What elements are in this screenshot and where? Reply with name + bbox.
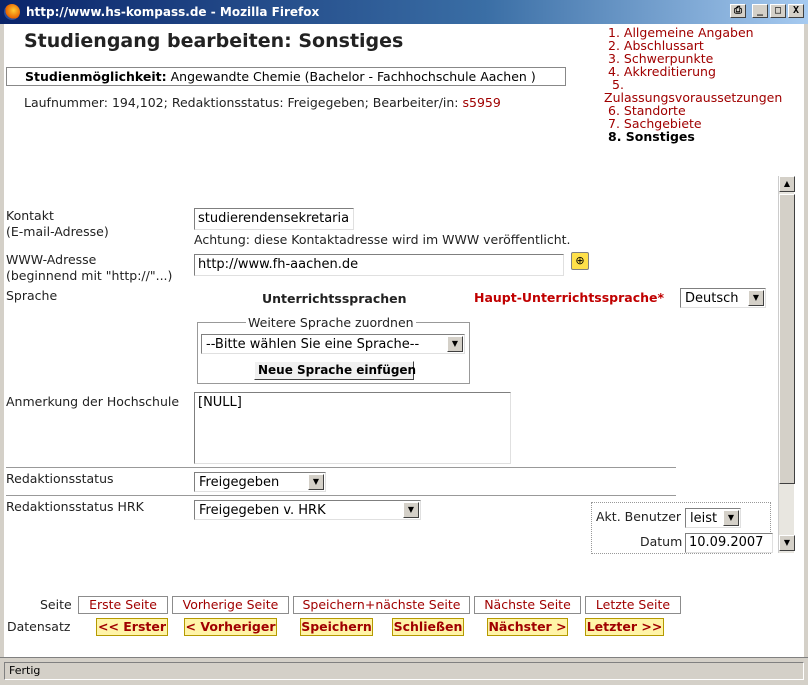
datum-input[interactable]: 10.09.2007 <box>685 533 773 553</box>
window-controls: ⎙ _ □ X <box>730 4 804 18</box>
www-address-input[interactable]: http://www.fh-aachen.de <box>194 254 564 276</box>
studienmoeglichkeit-label: Studienmöglichkeit: <box>25 69 167 84</box>
kontakt-label-line1: Kontakt <box>6 208 54 223</box>
naechster-datensatz-button[interactable]: Nächster > <box>487 618 568 636</box>
record-info-text: Laufnummer: 194,102; Redaktionsstatus: F… <box>24 95 459 110</box>
kontakt-email-input[interactable]: studierendensekretaria <box>194 208 354 230</box>
erster-datensatz-button[interactable]: << Erster <box>96 618 168 636</box>
maximize-button[interactable]: □ <box>770 4 786 18</box>
unterrichtssprachen-heading: Unterrichtssprachen <box>262 291 407 306</box>
firefox-icon <box>4 4 20 20</box>
redaktionsstatus-select[interactable]: Freigegeben ▼ <box>194 472 326 492</box>
form-area: Kontakt (E-mail-Adresse) studierendensek… <box>0 176 774 554</box>
neue-sprache-button[interactable]: Neue Sprache einfügen <box>254 361 416 380</box>
speichern-naechste-seite-button[interactable]: Speichern+nächste Seite <box>293 596 470 614</box>
haupt-sprache-value: Deutsch <box>685 291 739 306</box>
kontakt-label-line2: (E-mail-Adresse) <box>6 224 109 239</box>
divider <box>6 467 676 468</box>
nav-item-akkreditierung[interactable]: 4. Akkreditierung <box>608 65 782 78</box>
erste-seite-button[interactable]: Erste Seite <box>78 596 168 614</box>
user-info-box: Akt. Benutzer leist ▼ Datum 10.09.2007 <box>591 502 773 554</box>
step-navigation: 1. Allgemeine Angaben 2. Abschlussart 3.… <box>604 26 782 144</box>
window-titlebar: http://www.hs-kompass.de - Mozilla Firef… <box>0 0 808 24</box>
studienmoeglichkeit-value: Angewandte Chemie (Bachelor - Fachhochsc… <box>170 69 536 84</box>
minimize-button[interactable]: _ <box>752 4 768 18</box>
chevron-down-icon[interactable]: ▼ <box>748 290 764 306</box>
vorherige-seite-button[interactable]: Vorherige Seite <box>172 596 289 614</box>
anmerkung-textarea[interactable]: [NULL] <box>194 392 511 464</box>
benutzer-label: Akt. Benutzer <box>596 509 682 524</box>
page-title: Studiengang bearbeiten: Sonstiges <box>24 30 404 52</box>
speichern-button[interactable]: Speichern <box>300 618 373 636</box>
weitere-sprache-value: --Bitte wählen Sie eine Sprache-- <box>206 337 420 352</box>
kontakt-label: Kontakt (E-mail-Adresse) <box>6 208 109 240</box>
chevron-down-icon[interactable]: ▼ <box>308 474 324 490</box>
haupt-unterrichtssprache-label: Haupt-Unterrichtssprache* <box>474 290 665 305</box>
benutzer-select[interactable]: leist ▼ <box>685 508 741 528</box>
close-button[interactable]: X <box>788 4 804 18</box>
status-text: Fertig <box>4 662 804 680</box>
nav-item-sonstiges: 8. Sonstiges <box>608 129 695 144</box>
editor-id: s5959 <box>462 95 501 110</box>
www-label-line1: WWW-Adresse <box>6 252 97 267</box>
redaktionsstatus-label: Redaktionsstatus <box>6 471 114 486</box>
record-info: Laufnummer: 194,102; Redaktionsstatus: F… <box>24 95 501 110</box>
window-title: http://www.hs-kompass.de - Mozilla Firef… <box>26 5 320 19</box>
redaktionsstatus-value: Freigegeben <box>199 475 280 490</box>
naechste-seite-button[interactable]: Nächste Seite <box>474 596 581 614</box>
www-label: WWW-Adresse (beginnend mit "http://"...) <box>6 252 172 284</box>
weitere-sprache-label: Weitere Sprache zuordnen <box>246 315 416 330</box>
chevron-down-icon[interactable]: ▼ <box>723 510 739 526</box>
datum-label: Datum <box>640 534 683 549</box>
letzter-datensatz-button[interactable]: Letzter >> <box>585 618 664 636</box>
vorheriger-datensatz-button[interactable]: < Vorheriger <box>184 618 277 636</box>
letzte-seite-button[interactable]: Letzte Seite <box>585 596 681 614</box>
status-bar: Fertig <box>0 657 808 685</box>
seite-label: Seite <box>40 597 72 612</box>
haupt-sprache-select[interactable]: Deutsch ▼ <box>680 288 766 308</box>
form-scrollbar[interactable]: ▲ ▼ <box>778 176 795 553</box>
print-icon[interactable]: ⎙ <box>730 4 746 18</box>
scroll-down-icon[interactable]: ▼ <box>779 535 795 551</box>
schliessen-button[interactable]: Schließen <box>392 618 464 636</box>
datensatz-label: Datensatz <box>7 619 71 634</box>
divider <box>6 495 676 496</box>
scroll-up-icon[interactable]: ▲ <box>779 176 795 192</box>
benutzer-value: leist <box>690 511 718 526</box>
sprache-label: Sprache <box>6 288 58 303</box>
chevron-down-icon[interactable]: ▼ <box>403 502 419 518</box>
www-label-line2: (beginnend mit "http://"...) <box>6 268 173 283</box>
studienmoeglichkeit-box: Studienmöglichkeit: Angewandte Chemie (B… <box>6 67 566 86</box>
anmerkung-label: Anmerkung der Hochschule <box>6 394 180 409</box>
redaktionsstatus-hrk-label: Redaktionsstatus HRK <box>6 499 144 514</box>
redaktionsstatus-hrk-select[interactable]: Freigegeben v. HRK ▼ <box>194 500 421 520</box>
redaktionsstatus-hrk-value: Freigegeben v. HRK <box>199 503 326 518</box>
chevron-down-icon[interactable]: ▼ <box>447 336 463 352</box>
scroll-thumb[interactable] <box>779 194 795 484</box>
link-check-icon[interactable]: ⊕ <box>571 252 589 270</box>
weitere-sprache-select[interactable]: --Bitte wählen Sie eine Sprache-- ▼ <box>201 334 465 354</box>
kontakt-note: Achtung: diese Kontaktadresse wird im WW… <box>194 232 571 247</box>
